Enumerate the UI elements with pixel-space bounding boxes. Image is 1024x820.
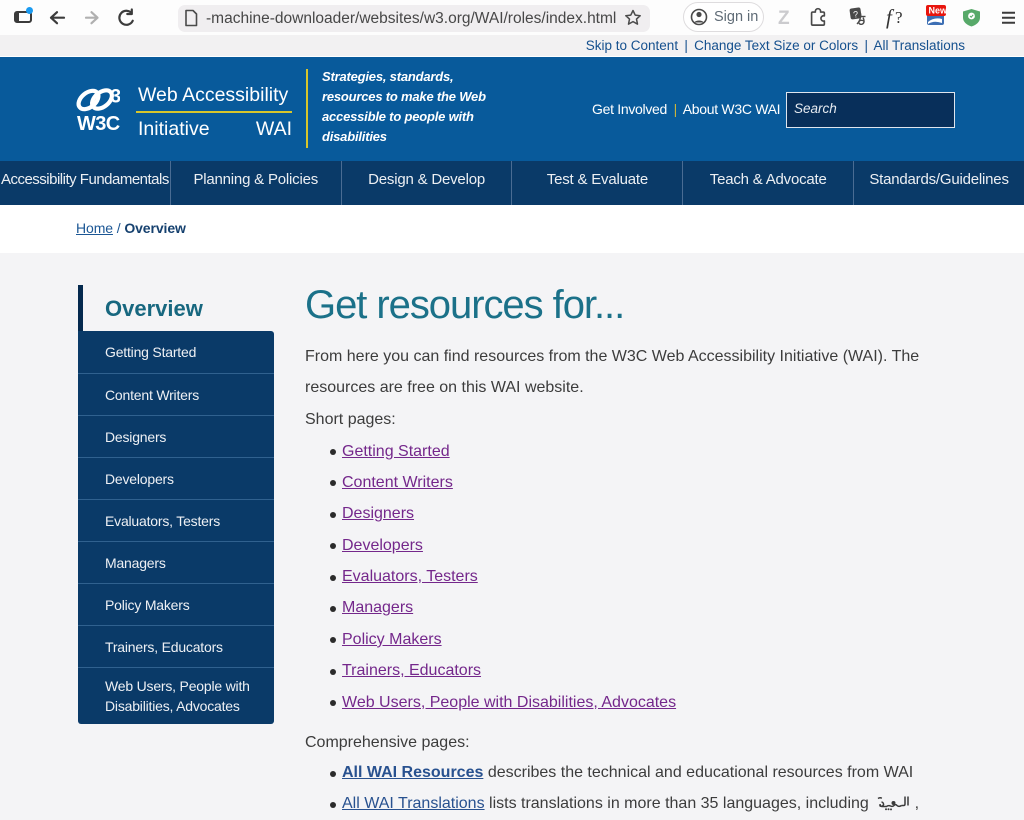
svg-text:New: New (929, 6, 949, 16)
svg-text:3: 3 (111, 87, 121, 108)
svg-text:f: f (886, 5, 895, 29)
svg-text:?: ? (895, 8, 903, 27)
